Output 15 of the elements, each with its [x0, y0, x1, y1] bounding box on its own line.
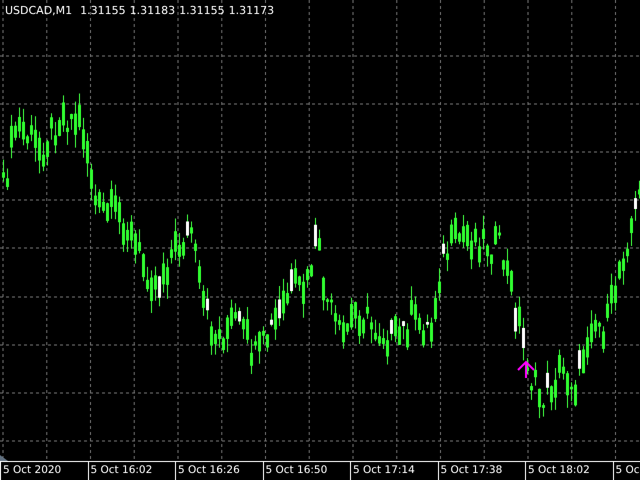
price-value: 1.31173 [228, 4, 274, 17]
time-label: 5 Oc [616, 464, 640, 476]
arrow-icon [517, 360, 535, 379]
price-value: 1.31183 [130, 4, 176, 17]
time-label: 5 Oct 16:02 [90, 464, 152, 476]
time-label: 5 Oct 16:26 [178, 464, 240, 476]
time-label: 5 Oct 2020 [3, 464, 62, 476]
price-value: 1.31155 [80, 4, 126, 17]
corner-icon [0, 455, 8, 461]
symbol-label: USDCAD,M1 [5, 4, 72, 17]
time-label: 5 Oct 16:50 [266, 464, 328, 476]
time-label: 5 Oct 17:14 [353, 464, 415, 476]
price-value: 1.31155 [179, 4, 225, 17]
time-label: 5 Oct 17:38 [440, 464, 502, 476]
time-label: 5 Oct 18:02 [528, 464, 590, 476]
